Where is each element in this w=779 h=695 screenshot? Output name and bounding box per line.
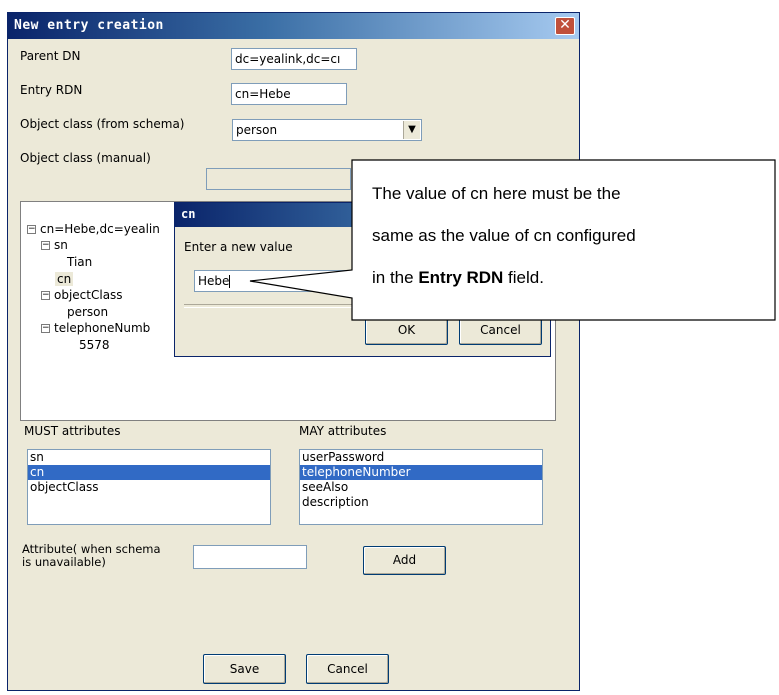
callout-line-3-post: field. [503,268,544,287]
callout-bubble [249,159,776,321]
callout-line-3: in the Entry RDN field. [372,268,544,288]
callout-line-1: The value of cn here must be the [372,184,621,203]
callout-line-2: same as the value of cn configured [372,226,636,245]
callout-entry-rdn: Entry RDN [418,268,504,287]
callout-line-3-pre: in the [372,268,419,287]
